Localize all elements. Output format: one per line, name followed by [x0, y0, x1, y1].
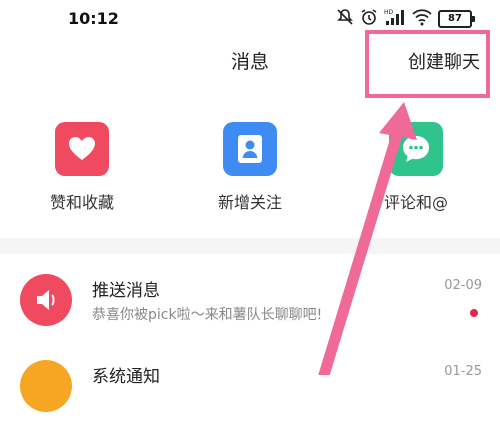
status-icons: HD 87	[336, 8, 475, 30]
person-icon	[223, 122, 277, 176]
message-time: 02-09	[444, 278, 482, 293]
heart-icon	[55, 122, 109, 176]
bell-icon	[20, 360, 72, 412]
section-divider	[0, 238, 500, 254]
comments-and-mentions-button[interactable]: 评论和@	[356, 122, 476, 213]
status-time: 10:12	[68, 9, 119, 28]
message-time: 01-25	[444, 364, 482, 379]
list-item[interactable]: 推送消息 恭喜你被pick啦～来和薯队长聊聊吧! 02-09	[0, 262, 500, 347]
likes-and-favorites-button[interactable]: 赞和收藏	[22, 122, 142, 213]
message-preview: 恭喜你被pick啦～来和薯队长聊聊吧!	[92, 307, 323, 323]
list-item[interactable]: 系统通知 01-25	[0, 348, 500, 433]
hd-label: HD	[384, 9, 394, 16]
quick-action-label: 赞和收藏	[49, 193, 114, 212]
highlight-box	[365, 30, 490, 98]
signal-icon: HD	[384, 8, 406, 30]
battery-icon: 87	[438, 10, 475, 28]
chat-bubble-icon	[389, 122, 443, 176]
message-title: 推送消息	[92, 281, 160, 301]
wifi-icon	[412, 8, 432, 30]
mute-icon	[336, 8, 354, 30]
speaker-icon	[20, 274, 72, 326]
new-followers-button[interactable]: 新增关注	[190, 122, 310, 213]
quick-action-label: 新增关注	[217, 193, 282, 212]
alarm-icon	[360, 8, 378, 30]
quick-action-label: 评论和@	[383, 193, 448, 212]
unread-dot	[470, 309, 478, 317]
